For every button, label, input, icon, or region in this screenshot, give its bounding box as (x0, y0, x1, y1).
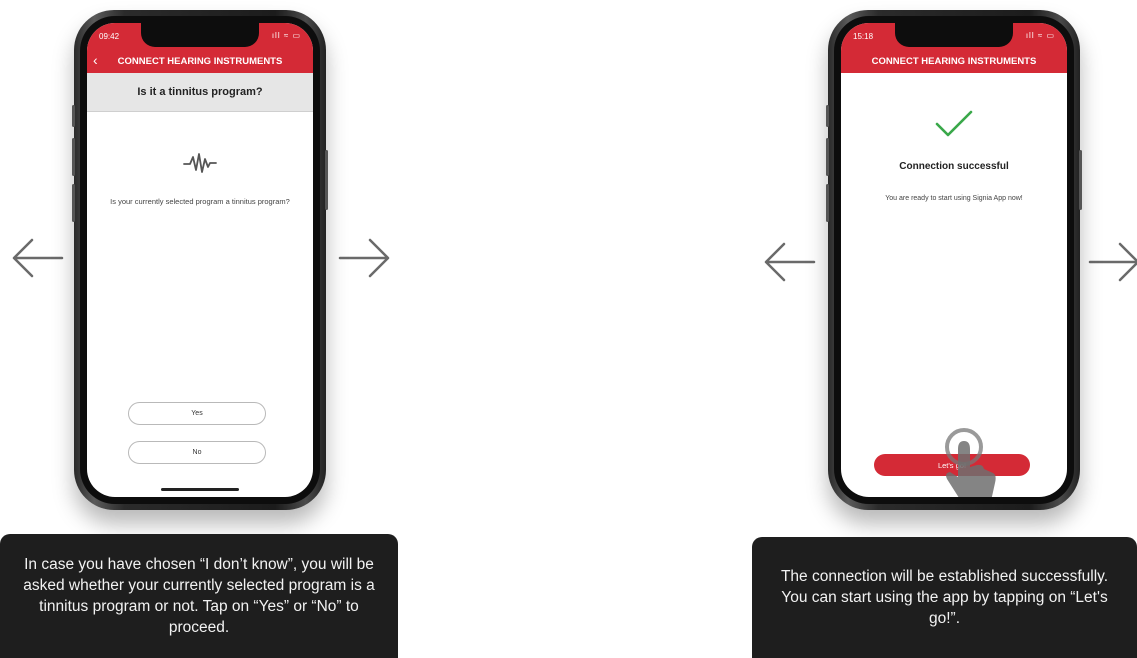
phone-mockup: 15:18 ıll ≈ ▭ CONNECT HEARING INSTRUMENT… (826, 10, 1082, 510)
notch (895, 23, 1013, 47)
success-heading: Connection successful (899, 161, 1009, 172)
home-indicator (161, 488, 239, 491)
prev-arrow-icon[interactable] (10, 236, 64, 280)
right-panel: 15:18 ıll ≈ ▭ CONNECT HEARING INSTRUMENT… (752, 0, 1137, 658)
waveform-icon (183, 151, 217, 175)
screen-title: CONNECT HEARING INSTRUMENTS (117, 55, 283, 67)
status-icons: ıll ≈ ▭ (271, 31, 301, 40)
notch (141, 23, 259, 47)
tap-hand-icon (933, 427, 1003, 497)
screen-title-bar: CONNECT HEARING INSTRUMENTS (841, 49, 1067, 73)
phone-screen: 09:42 ıll ≈ ▭ ‹ CONNECT HEARING INSTRUME… (87, 23, 313, 497)
next-arrow-icon[interactable] (338, 236, 392, 280)
prev-arrow-icon[interactable] (762, 240, 816, 284)
screen-title: CONNECT HEARING INSTRUMENTS (871, 55, 1037, 67)
screen-title-bar: ‹ CONNECT HEARING INSTRUMENTS (87, 49, 313, 73)
instruction-caption: The connection will be established succe… (752, 537, 1137, 658)
no-button[interactable]: No (128, 441, 266, 464)
status-time: 15:18 (853, 32, 874, 41)
yes-button[interactable]: Yes (128, 402, 266, 425)
status-time: 09:42 (99, 32, 120, 41)
success-body: You are ready to start using Signia App … (885, 195, 1023, 202)
question-heading: Is it a tinnitus program? (87, 73, 313, 112)
phone-mockup: 09:42 ıll ≈ ▭ ‹ CONNECT HEARING INSTRUME… (72, 10, 328, 510)
checkmark-icon (934, 109, 974, 139)
next-arrow-icon[interactable] (1088, 240, 1137, 284)
back-chevron-icon[interactable]: ‹ (93, 52, 98, 68)
left-panel: 09:42 ıll ≈ ▭ ‹ CONNECT HEARING INSTRUME… (0, 0, 400, 658)
question-body: Is your currently selected program a tin… (110, 197, 290, 206)
status-icons: ıll ≈ ▭ (1025, 31, 1055, 40)
instruction-caption: In case you have chosen “I don’t know”, … (0, 534, 398, 658)
phone-screen: 15:18 ıll ≈ ▭ CONNECT HEARING INSTRUMENT… (841, 23, 1067, 497)
